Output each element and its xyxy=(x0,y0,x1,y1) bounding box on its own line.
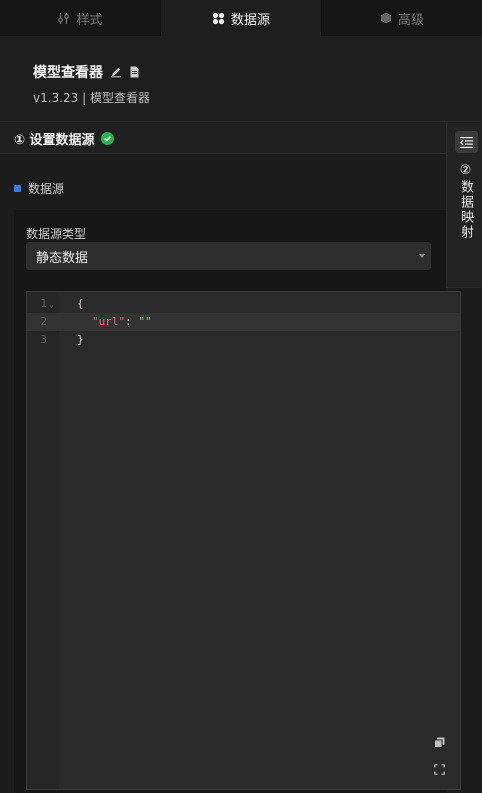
fold-chevron-icon[interactable]: ⌄ xyxy=(49,296,54,314)
code-text: } xyxy=(77,333,84,346)
step-rail: ②数据映射 xyxy=(446,123,482,288)
component-version: v1.3.23 | 模型查看器 xyxy=(33,91,150,105)
editor-gutter xyxy=(27,292,59,789)
editor-line-active[interactable]: 2 "url": "" xyxy=(27,313,460,331)
section-datasource-label: 数据源 xyxy=(28,182,65,196)
json-separator: : xyxy=(125,315,139,328)
json-key: "url" xyxy=(92,315,126,328)
section-datasource: 数据源 xyxy=(14,180,64,197)
code-text: "url": "" xyxy=(92,313,152,331)
line-number: 2 xyxy=(40,315,47,328)
section-marker xyxy=(14,185,21,192)
editor-line[interactable]: 3 } xyxy=(27,331,460,349)
component-header: 模型查看器 v1.3.23 | 模型查看器 xyxy=(0,36,482,122)
step-set-datasource[interactable]: ① 设置数据源 xyxy=(0,123,446,154)
style-sliders-icon xyxy=(57,12,70,25)
tab-advanced[interactable]: 高级 xyxy=(322,0,482,36)
tab-datasource[interactable]: 数据源 xyxy=(161,0,322,36)
editor-line[interactable]: 1 ⌄ { xyxy=(27,295,460,313)
datasource-dots-icon xyxy=(212,12,225,25)
tab-style[interactable]: 样式 xyxy=(0,0,161,36)
edit-pencil-icon[interactable] xyxy=(110,63,122,82)
document-icon[interactable] xyxy=(129,63,140,82)
datasource-config-panel: 样式 数据源 高级 模型查看器 v1.3.23 | 模型查看器 ① 设置数据源 … xyxy=(0,0,482,793)
fullscreen-icon[interactable] xyxy=(432,762,446,776)
json-code-editor[interactable]: 1 ⌄ { 2 "url": "" 3 } xyxy=(26,291,461,790)
copy-icon[interactable] xyxy=(432,735,446,749)
datasource-type-label: 数据源类型 xyxy=(26,227,87,241)
config-tabs: 样式 数据源 高级 xyxy=(0,0,482,36)
check-circle-icon xyxy=(100,131,114,145)
json-string-value: "" xyxy=(138,315,152,328)
caret-down-icon xyxy=(419,254,425,258)
tab-style-label: 样式 xyxy=(76,12,103,28)
line-number: 3 xyxy=(40,333,47,346)
component-title: 模型查看器 xyxy=(33,65,103,81)
collapse-outdent-icon[interactable] xyxy=(455,131,478,153)
datasource-type-value: 静态数据 xyxy=(36,250,89,266)
tab-advanced-label: 高级 xyxy=(397,12,424,28)
tab-datasource-label: 数据源 xyxy=(230,12,270,28)
component-title-row: 模型查看器 xyxy=(33,62,140,82)
advanced-hex-icon xyxy=(380,12,392,24)
datasource-type-select[interactable]: 静态数据 xyxy=(26,242,431,270)
step-data-mapping[interactable]: ②数据映射 xyxy=(447,163,482,240)
code-text: { xyxy=(77,297,84,310)
line-number: 1 xyxy=(40,297,47,310)
step-set-datasource-label: ① 设置数据源 xyxy=(14,132,95,148)
